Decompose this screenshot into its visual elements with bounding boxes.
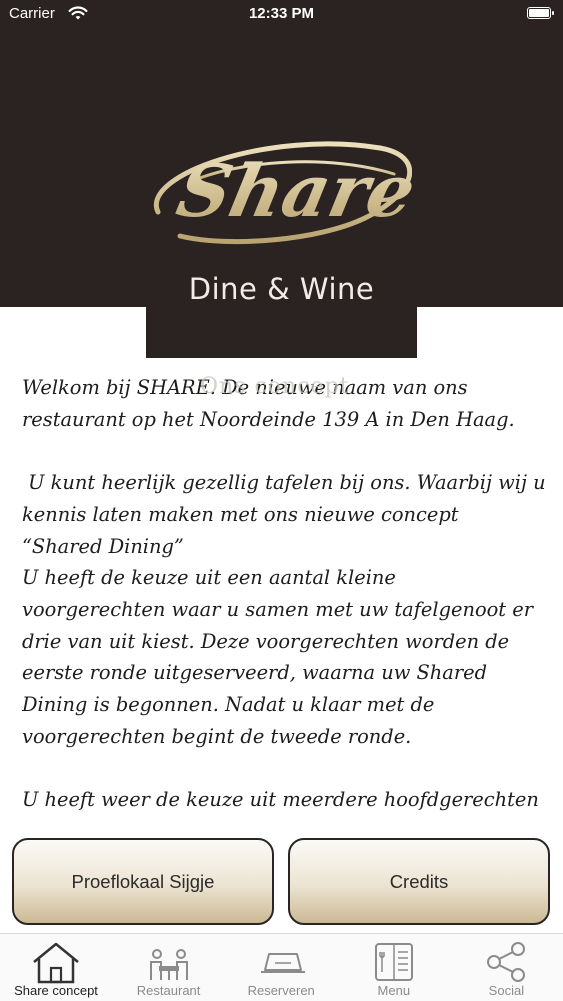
text-line: U heeft weer de keuze uit meerdere hoofd… (22, 788, 539, 812)
proeflokaal-sijgje-button[interactable]: Proeflokaal Sijgje (12, 838, 274, 925)
tab-menu[interactable]: Menu (338, 934, 450, 1001)
paragraph: U heeft weer de keuze uit meerdere hoofd… (22, 784, 547, 816)
tab-share-concept[interactable]: Share concept (0, 934, 112, 1001)
text-line: restaurant op het Noordeinde 139 A in De… (22, 407, 515, 431)
tab-reserveren[interactable]: Reserveren (225, 934, 337, 1001)
dining-table-icon (149, 949, 188, 980)
text-line: voorgerechten begint de tweede ronde. (22, 724, 412, 748)
text-line: voorgerechten waar u samen met uw tafelg… (22, 597, 534, 621)
share-icon (487, 942, 526, 982)
tab-bar: Share concept Restaurant Reserveren Menu… (0, 933, 563, 1001)
share-logo: Share (153, 141, 412, 245)
text-line: drie van uit kiest. Deze voorgerechten w… (22, 629, 510, 653)
concept-description: Welkom bij SHARE. De nieuwe naam van ons… (22, 372, 547, 822)
text-line: U heeft de keuze uit een aantal kleine (22, 566, 396, 590)
tab-label: Reserveren (247, 983, 315, 998)
text-line: “Shared Dining” (22, 534, 184, 558)
tab-label: Social (488, 983, 525, 998)
clock: 12:33 PM (248, 5, 315, 22)
text-line: U kunt heerlijk gezellig tafelen bij ons… (22, 471, 546, 495)
tab-label: Share concept (14, 983, 98, 998)
status-bar: Carrier 12:33 PM (0, 0, 563, 30)
tab-restaurant[interactable]: Restaurant (113, 934, 225, 1001)
place-card-icon (261, 953, 306, 973)
tab-label: Menu (377, 983, 411, 998)
house-icon (33, 942, 79, 984)
menu-book-icon (374, 943, 413, 981)
credits-button[interactable]: Credits (288, 838, 550, 925)
tab-social[interactable]: Social (450, 934, 562, 1001)
battery-icon (527, 7, 554, 19)
page-title: Ons concept (200, 374, 350, 399)
text-line: Dining is begonnen. Nadat u klaar met de (22, 693, 435, 717)
logo-subtitle: Dine & Wine (188, 272, 375, 306)
text-line: kennis laten maken met ons nieuwe concep… (22, 502, 459, 526)
paragraph: U kunt heerlijk gezellig tafelen bij ons… (22, 467, 547, 752)
text-line: eerste ronde uitgeserveerd, waarna uw Sh… (22, 661, 488, 685)
logo-text: Share (170, 150, 412, 234)
tab-label: Restaurant (136, 983, 201, 998)
